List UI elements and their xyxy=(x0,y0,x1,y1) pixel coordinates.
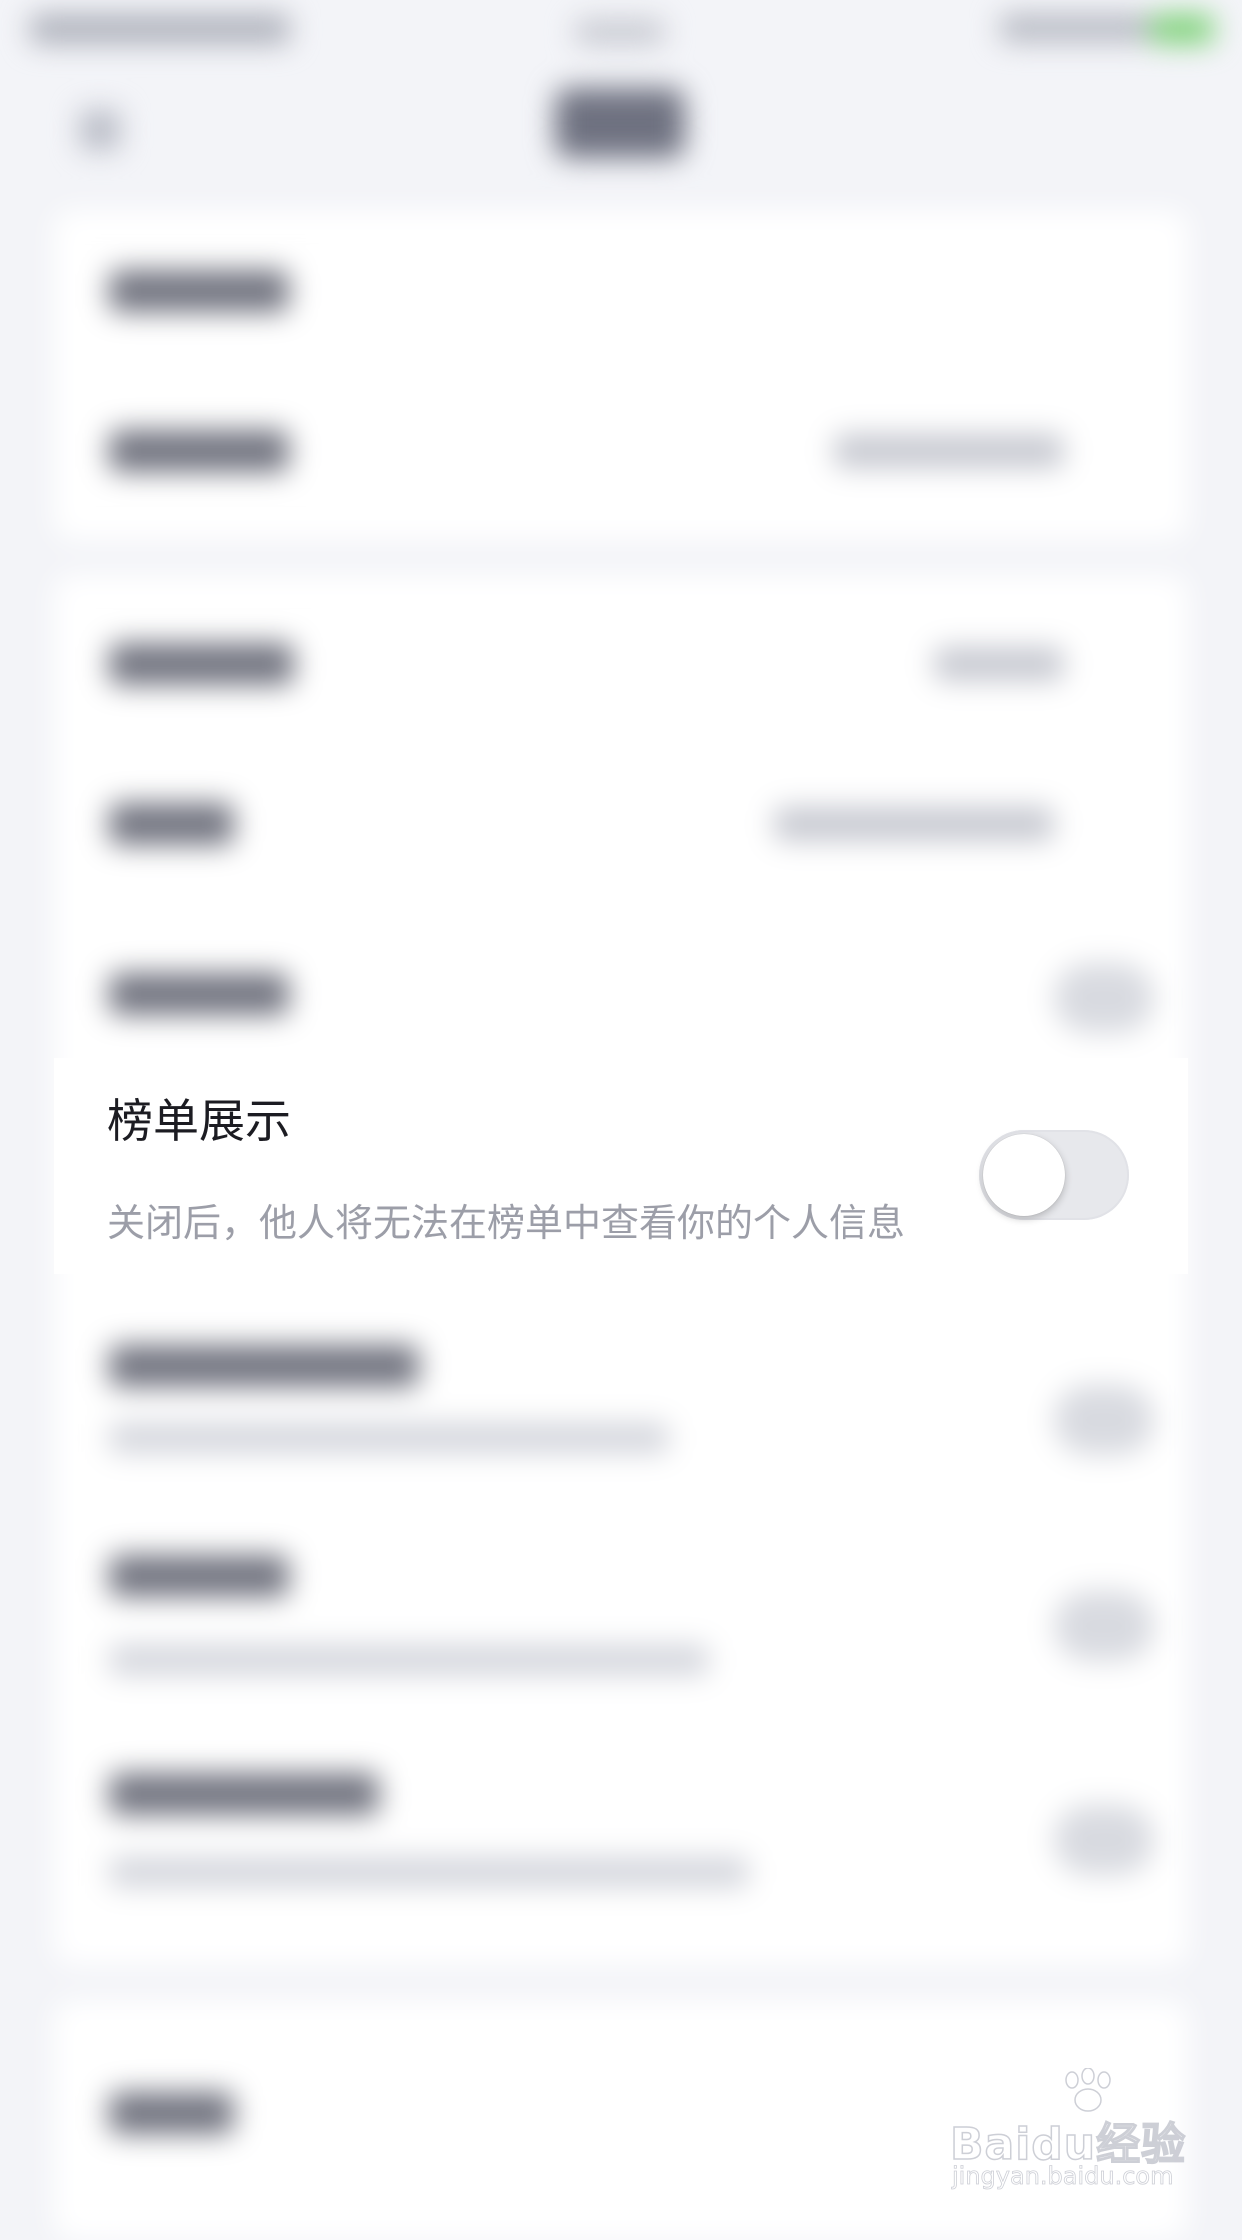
settings-row xyxy=(54,895,1188,1055)
row-value xyxy=(934,647,1064,681)
row-label xyxy=(109,973,289,1015)
toggle-placeholder xyxy=(1054,1385,1154,1455)
battery-icon xyxy=(1150,14,1214,44)
back-icon xyxy=(80,110,120,150)
row-label xyxy=(109,270,289,312)
row-label xyxy=(109,643,294,685)
page-title xyxy=(555,88,685,158)
leaderboard-display-toggle[interactable] xyxy=(979,1130,1129,1220)
row-value xyxy=(774,807,1054,841)
setting-title: 榜单展示 xyxy=(107,1094,291,1148)
row-label xyxy=(109,1555,289,1597)
settings-row xyxy=(54,210,1188,370)
settings-card-group-1 xyxy=(54,210,1188,540)
toggle-placeholder xyxy=(1054,963,1154,1033)
row-label xyxy=(109,1773,379,1815)
leaderboard-display-setting: 榜单展示 关闭后，他人将无法在榜单中查看你的个人信息 xyxy=(54,1058,1188,1274)
toggle-knob[interactable] xyxy=(983,1134,1065,1216)
settings-row xyxy=(54,1735,1188,1965)
row-description xyxy=(109,1645,709,1675)
row-value xyxy=(834,434,1064,468)
navigation-bar xyxy=(0,60,1242,190)
baidu-watermark: Baidu经验 jingyan.baidu.com xyxy=(949,2068,1190,2191)
row-label xyxy=(109,1345,419,1387)
status-bar-indicators xyxy=(1000,14,1150,42)
toggle-placeholder xyxy=(1054,1591,1154,1661)
settings-row xyxy=(54,575,1188,735)
settings-row xyxy=(54,370,1188,530)
settings-row xyxy=(54,1335,1188,1555)
setting-description: 关闭后，他人将无法在榜单中查看你的个人信息 xyxy=(107,1201,906,1245)
status-bar-carrier xyxy=(30,14,290,44)
row-label xyxy=(109,2092,234,2134)
row-label xyxy=(109,430,289,472)
row-description xyxy=(109,1857,749,1887)
toggle-placeholder xyxy=(1054,1805,1154,1875)
settings-row xyxy=(54,1535,1188,1755)
watermark-url: jingyan.baidu.com xyxy=(952,2162,1174,2191)
status-bar-time xyxy=(575,20,665,44)
settings-row xyxy=(54,735,1188,895)
status-bar xyxy=(0,0,1242,60)
row-description xyxy=(109,1423,669,1453)
row-label xyxy=(109,803,234,845)
